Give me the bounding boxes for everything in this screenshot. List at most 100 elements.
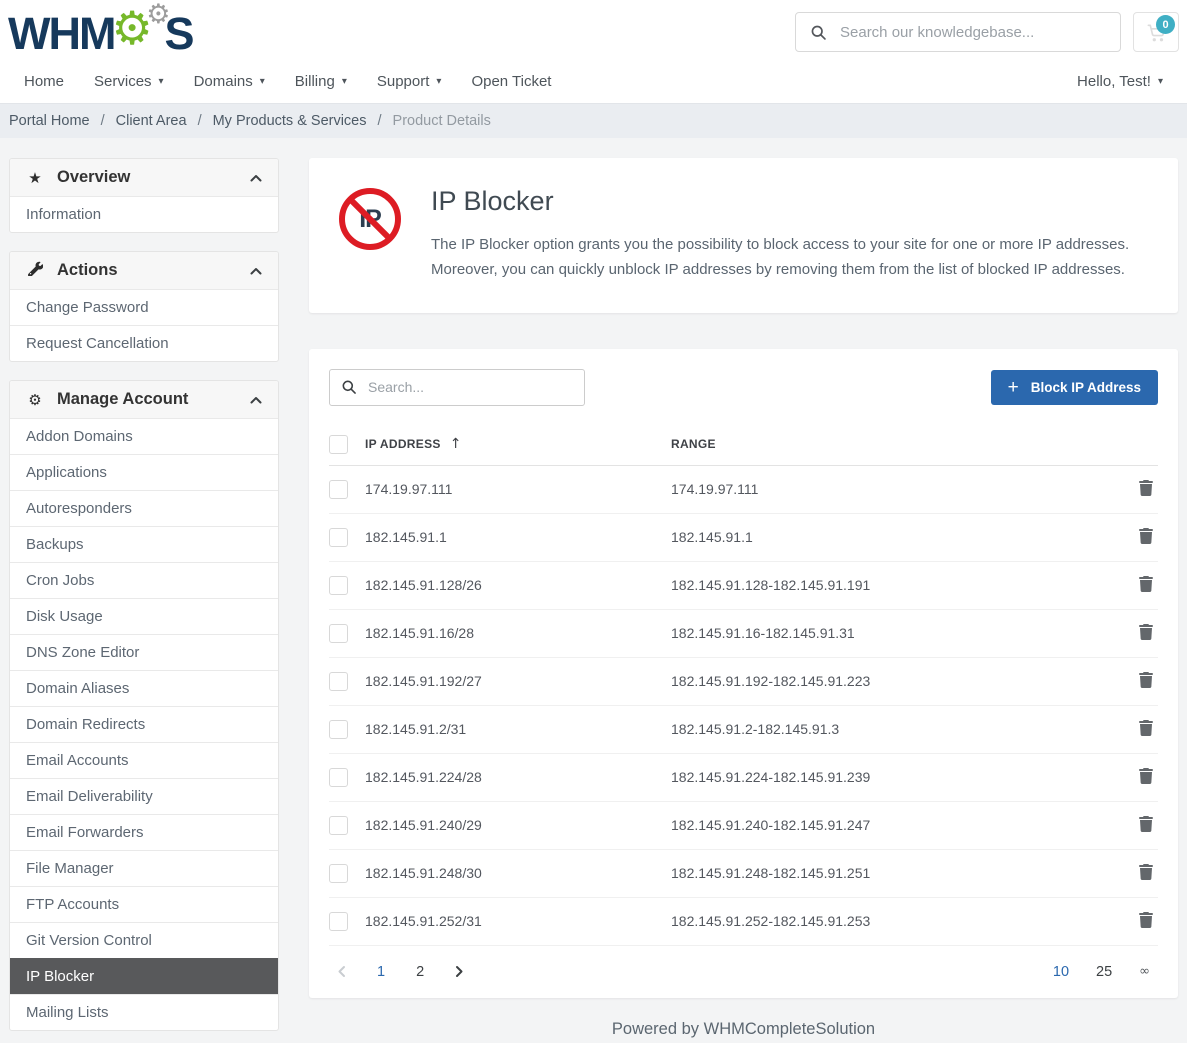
table-row: 182.145.91.192/27 182.145.91.192-182.145… xyxy=(329,658,1158,706)
breadcrumb-product-details: Product Details xyxy=(393,113,491,129)
sidebar-item-ip-blocker[interactable]: IP Blocker xyxy=(10,958,278,994)
trash-icon xyxy=(1139,672,1153,691)
delete-ip-button[interactable] xyxy=(1134,813,1158,838)
nav-label: Support xyxy=(377,73,430,90)
product-header-text: IP Blocker The IP Blocker option grants … xyxy=(431,184,1148,283)
row-checkbox[interactable] xyxy=(329,672,348,691)
trash-icon xyxy=(1139,768,1153,787)
delete-ip-button[interactable] xyxy=(1134,717,1158,742)
row-checkbox[interactable] xyxy=(329,720,348,739)
page-size-10[interactable]: 10 xyxy=(1053,964,1069,980)
column-header-ip-address[interactable]: IP ADDRESS↑ xyxy=(365,436,671,452)
product-description: The IP Blocker option grants you the pos… xyxy=(431,233,1148,283)
nav-item-billing[interactable]: Billing ▾ xyxy=(295,73,347,90)
sidebar-item-autoresponders[interactable]: Autoresponders xyxy=(10,490,278,526)
table-row: 182.145.91.128/26 182.145.91.128-182.145… xyxy=(329,562,1158,610)
main-nav: Home Services ▾ Domains ▾ Billing ▾ Supp… xyxy=(8,58,1179,103)
cell-range: 182.145.91.2-182.145.91.3 xyxy=(671,721,1118,737)
row-checkbox[interactable] xyxy=(329,864,348,883)
sidebar-item-dns-zone-editor[interactable]: DNS Zone Editor xyxy=(10,634,278,670)
page-number-2[interactable]: 2 xyxy=(416,964,424,980)
delete-ip-button[interactable] xyxy=(1134,621,1158,646)
sidebar-item-information[interactable]: Information xyxy=(10,196,278,232)
caret-down-icon: ▾ xyxy=(1158,76,1163,87)
cell-range: 182.145.91.240-182.145.91.247 xyxy=(671,817,1118,833)
sidebar-item-addon-domains[interactable]: Addon Domains xyxy=(10,418,278,454)
row-checkbox[interactable] xyxy=(329,528,348,547)
sidebar-item-domain-redirects[interactable]: Domain Redirects xyxy=(10,706,278,742)
panel-manage-account-header[interactable]: ⚙ Manage Account xyxy=(10,381,278,418)
breadcrumb-client-area[interactable]: Client Area xyxy=(116,113,187,129)
nav-item-domains[interactable]: Domains ▾ xyxy=(194,73,265,90)
sidebar-item-request-cancellation[interactable]: Request Cancellation xyxy=(10,325,278,361)
nav-item-open-ticket[interactable]: Open Ticket xyxy=(471,73,551,90)
panel-title: Actions xyxy=(57,261,118,280)
delete-ip-button[interactable] xyxy=(1134,909,1158,934)
breadcrumb-separator: / xyxy=(198,113,202,129)
cart-button[interactable]: 0 xyxy=(1133,12,1179,52)
star-icon: ★ xyxy=(26,169,44,187)
sidebar-item-email-forwarders[interactable]: Email Forwarders xyxy=(10,814,278,850)
caret-down-icon: ▾ xyxy=(260,76,265,87)
sidebar-item-domain-aliases[interactable]: Domain Aliases xyxy=(10,670,278,706)
sidebar-item-cron-jobs[interactable]: Cron Jobs xyxy=(10,562,278,598)
cell-ip-address: 182.145.91.224/28 xyxy=(365,769,671,785)
chevron-right-icon[interactable] xyxy=(455,965,464,978)
sidebar-item-email-deliverability[interactable]: Email Deliverability xyxy=(10,778,278,814)
delete-ip-button[interactable] xyxy=(1134,525,1158,550)
delete-ip-button[interactable] xyxy=(1134,573,1158,598)
sidebar-item-disk-usage[interactable]: Disk Usage xyxy=(10,598,278,634)
product-header-card: IP IP Blocker The IP Blocker option gran… xyxy=(309,158,1178,313)
trash-icon xyxy=(1139,624,1153,643)
chevron-up-icon xyxy=(250,174,262,182)
page-size-options: 10 25 ∞ xyxy=(1053,964,1150,980)
row-checkbox[interactable] xyxy=(329,912,348,931)
nav-left: Home Services ▾ Domains ▾ Billing ▾ Supp… xyxy=(24,73,551,90)
block-ip-address-button[interactable]: + Block IP Address xyxy=(991,370,1158,405)
nav-item-home[interactable]: Home xyxy=(24,73,64,90)
chevron-up-icon xyxy=(250,267,262,275)
sidebar-item-mailing-lists[interactable]: Mailing Lists xyxy=(10,994,278,1030)
delete-ip-button[interactable] xyxy=(1134,669,1158,694)
sidebar-item-git-version-control[interactable]: Git Version Control xyxy=(10,922,278,958)
table-search-input[interactable] xyxy=(329,369,585,406)
trash-icon xyxy=(1139,576,1153,595)
sidebar-item-applications[interactable]: Applications xyxy=(10,454,278,490)
delete-ip-button[interactable] xyxy=(1134,477,1158,502)
nav-item-services[interactable]: Services ▾ xyxy=(94,73,164,90)
row-checkbox[interactable] xyxy=(329,768,348,787)
panel-overview-header[interactable]: ★ Overview xyxy=(10,159,278,196)
delete-ip-button[interactable] xyxy=(1134,765,1158,790)
sidebar-item-email-accounts[interactable]: Email Accounts xyxy=(10,742,278,778)
cell-range: 182.145.91.128-182.145.91.191 xyxy=(671,577,1118,593)
breadcrumb-my-products-services[interactable]: My Products & Services xyxy=(213,113,367,129)
user-menu[interactable]: Hello, Test! ▾ xyxy=(1077,73,1163,90)
sidebar-item-ftp-accounts[interactable]: FTP Accounts xyxy=(10,886,278,922)
column-header-range[interactable]: RANGE xyxy=(671,437,1118,451)
ip-blocker-icon: IP xyxy=(339,188,401,250)
page-number-1[interactable]: 1 xyxy=(377,964,385,980)
sidebar-item-backups[interactable]: Backups xyxy=(10,526,278,562)
sidebar-item-change-password[interactable]: Change Password xyxy=(10,289,278,325)
ip-table-card: + Block IP Address IP ADDRESS↑ RANGE 174… xyxy=(309,349,1178,998)
page-size-25[interactable]: 25 xyxy=(1096,964,1112,980)
breadcrumb-portal-home[interactable]: Portal Home xyxy=(9,113,90,129)
select-all-checkbox[interactable] xyxy=(329,435,348,454)
nav-item-support[interactable]: Support ▾ xyxy=(377,73,442,90)
row-checkbox[interactable] xyxy=(329,480,348,499)
whmcs-logo[interactable]: WHM ⚙ ⚙ S xyxy=(8,8,192,58)
row-checkbox[interactable] xyxy=(329,816,348,835)
sidebar-item-file-manager[interactable]: File Manager xyxy=(10,850,278,886)
row-checkbox[interactable] xyxy=(329,624,348,643)
whmcompletesolution-link[interactable]: WHMCompleteSolution xyxy=(704,1020,875,1038)
chevron-left-icon[interactable] xyxy=(337,965,346,978)
table-row: 182.145.91.248/30 182.145.91.248-182.145… xyxy=(329,850,1158,898)
row-checkbox[interactable] xyxy=(329,576,348,595)
delete-ip-button[interactable] xyxy=(1134,861,1158,886)
page-size-all[interactable]: ∞ xyxy=(1139,964,1150,979)
cell-ip-address: 182.145.91.240/29 xyxy=(365,817,671,833)
panel-actions-header[interactable]: Actions xyxy=(10,252,278,289)
knowledgebase-search-input[interactable] xyxy=(795,12,1121,52)
header-top: WHM ⚙ ⚙ S 0 xyxy=(8,8,1179,58)
user-menu-label: Hello, Test! xyxy=(1077,73,1151,90)
